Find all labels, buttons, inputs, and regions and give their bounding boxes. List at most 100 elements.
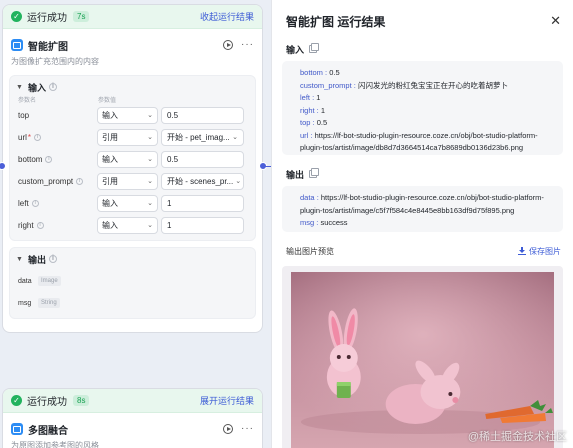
more-icon[interactable]: ··· bbox=[241, 40, 254, 50]
param-mode-select[interactable]: 输入 ⌄ bbox=[97, 150, 158, 168]
node-header: 多图融合 ··· bbox=[3, 413, 262, 437]
json-line: bottom : 0.5 bbox=[300, 68, 340, 77]
param-name: right i bbox=[16, 221, 97, 230]
json-value: 0.5 bbox=[316, 118, 328, 127]
param-name: top bbox=[16, 111, 97, 120]
image-preview-frame bbox=[282, 266, 563, 448]
param-mode-value: 输入 bbox=[102, 154, 118, 164]
json-line: url : https://lf-bot-studio-plugin-resou… bbox=[300, 130, 538, 153]
play-icon[interactable] bbox=[223, 40, 233, 50]
param-value-field[interactable]: 开始 - scenes_pr... ⌄ bbox=[161, 172, 244, 190]
json-key: right bbox=[300, 105, 315, 115]
param-mode-select[interactable]: 输入 ⌄ bbox=[97, 106, 158, 124]
info-icon[interactable]: i bbox=[31, 199, 39, 207]
param-mode-select[interactable]: 引用 ⌄ bbox=[97, 128, 158, 146]
chevron-down-icon: ⌄ bbox=[232, 134, 238, 141]
play-icon[interactable] bbox=[223, 424, 233, 434]
param-value-field[interactable]: 开始 - pet_imag... ⌄ bbox=[161, 128, 244, 146]
param-value-text: 1 bbox=[167, 198, 172, 208]
node-image-extend[interactable]: ✓ 运行成功 7s 收起运行结果 智能扩图 ··· 为图像扩充范围内的内容 ▼ … bbox=[2, 4, 263, 333]
json-value: success bbox=[320, 218, 348, 227]
param-row: top 输入 ⌄ 0.5 bbox=[16, 104, 249, 126]
col-param-name: 参数名 bbox=[18, 97, 37, 104]
output-label-text: 输出 bbox=[286, 169, 305, 180]
download-icon bbox=[518, 247, 526, 255]
node-status-bar: ✓ 运行成功 7s 收起运行结果 bbox=[3, 5, 262, 29]
json-key: left bbox=[300, 93, 311, 102]
info-icon[interactable]: i bbox=[76, 177, 84, 185]
param-name: left i bbox=[16, 199, 97, 208]
output-json-box: data : https://lf-bot-studio-plugin-reso… bbox=[282, 186, 563, 232]
param-mode-value: 输入 bbox=[102, 110, 118, 120]
close-icon[interactable]: ✕ bbox=[550, 13, 561, 29]
param-value-text: 1 bbox=[167, 220, 172, 230]
info-icon[interactable]: i bbox=[48, 255, 57, 263]
json-line: top : 0.5 bbox=[300, 118, 328, 127]
json-key: data bbox=[300, 193, 315, 202]
node-title: 多图融合 bbox=[28, 425, 68, 437]
col-param-value: 参数值 bbox=[98, 97, 117, 104]
json-line: right : 1 bbox=[300, 105, 326, 115]
param-row: right i 输入 ⌄ 1 bbox=[16, 214, 249, 236]
workflow-canvas[interactable]: ✓ 运行成功 7s 收起运行结果 智能扩图 ··· 为图像扩充范围内的内容 ▼ … bbox=[0, 0, 573, 448]
input-section-title: 输入 bbox=[27, 82, 46, 93]
collapse-results-link[interactable]: 收起运行结果 bbox=[200, 10, 254, 23]
duration-badge: 8s bbox=[73, 395, 90, 406]
param-value-field[interactable]: 1 bbox=[161, 194, 244, 212]
save-image-label: 保存图片 bbox=[529, 246, 561, 256]
info-icon[interactable]: i bbox=[34, 133, 42, 141]
param-row: left i 输入 ⌄ 1 bbox=[16, 192, 249, 214]
param-name-text: right bbox=[18, 220, 34, 230]
param-row: url * i 引用 ⌄ 开始 - pet_imag... ⌄ bbox=[16, 126, 249, 148]
param-value-text: 0.5 bbox=[167, 154, 179, 164]
param-column-headers: 参数名 参数值 bbox=[16, 94, 249, 104]
json-line: left : 1 bbox=[300, 93, 321, 102]
param-mode-select[interactable]: 输入 ⌄ bbox=[97, 194, 158, 212]
json-value: https://lf-bot-studio-plugin-resource.co… bbox=[300, 193, 544, 215]
param-mode-select[interactable]: 输入 ⌄ bbox=[97, 216, 158, 234]
output-list: data Image msg String bbox=[16, 266, 249, 314]
node-title: 智能扩图 bbox=[28, 41, 68, 53]
json-key: custom_prompt bbox=[300, 80, 352, 90]
param-name: url * i bbox=[16, 133, 97, 142]
chevron-down-icon[interactable]: ▼ bbox=[16, 256, 23, 263]
param-mode-select[interactable]: 引用 ⌄ bbox=[97, 172, 158, 190]
check-circle-icon: ✓ bbox=[11, 11, 22, 22]
connection-line bbox=[263, 166, 271, 167]
json-value: 闪闪发光的粉红兔宝宝正在开心的吃着胡萝卜 bbox=[357, 80, 508, 90]
chevron-down-icon: ⌄ bbox=[147, 222, 153, 229]
param-name-text: custom_prompt bbox=[18, 176, 74, 186]
copy-icon[interactable] bbox=[309, 43, 320, 53]
param-row: custom_prompt i 引用 ⌄ 开始 - scenes_pr... ⌄ bbox=[16, 170, 249, 192]
chevron-down-icon[interactable]: ▼ bbox=[16, 84, 23, 91]
node-multi-image-fusion[interactable]: ✓ 运行成功 8s 展开运行结果 多图融合 ··· 为原图添加参考图的风格 bbox=[2, 388, 263, 448]
json-key: top bbox=[300, 118, 311, 127]
copy-icon[interactable] bbox=[309, 168, 320, 178]
input-json-box: bottom : 0.5 custom_prompt : 闪闪发光的粉红兔宝宝正在… bbox=[282, 61, 563, 155]
save-image-button[interactable]: 保存图片 bbox=[518, 246, 561, 257]
json-line: msg : success bbox=[300, 218, 348, 227]
info-icon[interactable]: i bbox=[36, 221, 44, 229]
result-panel-title: 智能扩图 运行结果 bbox=[286, 14, 386, 29]
param-name-text: url bbox=[18, 132, 27, 142]
param-value-field[interactable]: 1 bbox=[161, 216, 244, 234]
more-icon[interactable]: ··· bbox=[241, 424, 254, 434]
param-value-field[interactable]: 0.5 bbox=[161, 150, 244, 168]
param-row: bottom i 输入 ⌄ 0.5 bbox=[16, 148, 249, 170]
json-key: bottom bbox=[300, 68, 323, 77]
param-value-field[interactable]: 0.5 bbox=[161, 106, 244, 124]
output-section-header[interactable]: ▼ 输出 i bbox=[16, 252, 249, 266]
input-section-header[interactable]: ▼ 输入 i bbox=[16, 80, 249, 94]
info-icon[interactable]: i bbox=[48, 83, 57, 91]
param-value-text: 开始 - scenes_pr... bbox=[167, 176, 234, 186]
output-row: data Image bbox=[16, 270, 249, 292]
json-line: custom_prompt : 闪闪发光的粉红兔宝宝正在开心的吃着胡萝卜 bbox=[300, 80, 508, 90]
param-name: custom_prompt i bbox=[16, 177, 97, 186]
expand-results-link[interactable]: 展开运行结果 bbox=[200, 394, 254, 407]
output-panel: ▼ 输出 i data Image msg String bbox=[9, 247, 256, 319]
output-name: data bbox=[18, 277, 32, 285]
chevron-down-icon: ⌄ bbox=[147, 178, 153, 185]
output-image-preview[interactable] bbox=[291, 272, 554, 448]
info-icon[interactable]: i bbox=[45, 155, 53, 163]
param-mode-value: 输入 bbox=[102, 198, 118, 208]
